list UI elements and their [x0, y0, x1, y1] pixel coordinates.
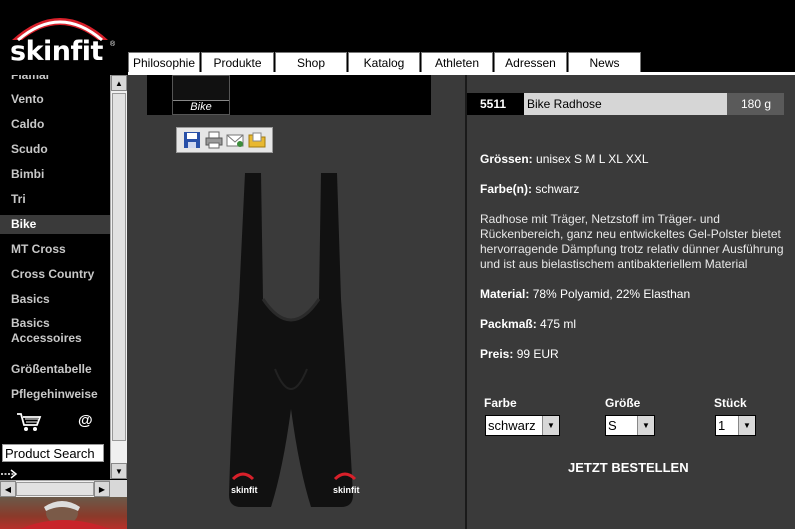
sizes-row: Grössen: unisex S M L XL XXL — [480, 152, 790, 167]
sidebar-item-pflegehinweise[interactable]: Pflegehinweise — [0, 387, 110, 402]
sizes-label: Grössen: — [480, 152, 533, 166]
quantity-select-value: 1 — [718, 418, 726, 433]
main-nav: Philosophie Produkte Shop Katalog Athlet… — [128, 52, 642, 73]
price-label: Preis: — [480, 347, 514, 361]
color-value: schwarz — [535, 182, 580, 196]
header: skinfit ® Philosophie Produkte Shop Kata… — [0, 0, 795, 75]
sidebar-item-basics[interactable]: Basics — [0, 292, 110, 307]
skinfit-logo[interactable]: skinfit ® — [8, 8, 118, 68]
save-icon[interactable] — [183, 131, 201, 149]
athlete-photo-graphic — [20, 501, 110, 529]
vertical-scroll-thumb[interactable] — [112, 93, 126, 441]
shopping-cart-icon[interactable] — [16, 412, 42, 432]
product-description: Radhose mit Träger, Netzstoff im Träger-… — [480, 212, 784, 271]
sidebar-item-basics-accessoires[interactable]: Basics Accessoires — [0, 316, 100, 346]
tab-produkte[interactable]: Produkte — [201, 52, 274, 73]
material-value: 78% Polyamid, 22% Elasthan — [532, 287, 691, 301]
product-logo-right: skinfit — [333, 485, 360, 495]
sidebar-item-tri[interactable]: Tri — [0, 192, 110, 207]
product-image-panel: Bike skinfit skinfit — [127, 75, 465, 529]
color-row: Farbe(n): schwarz — [480, 182, 790, 197]
scroll-down-arrow-icon[interactable]: ▼ — [111, 463, 127, 479]
logo-text: skinfit — [10, 36, 103, 67]
product-logo-left: skinfit — [231, 485, 258, 495]
tab-shop[interactable]: Shop — [275, 52, 347, 73]
sidebar-item-bimbi[interactable]: Bimbi — [0, 167, 110, 182]
sidebar-icon-row: @ — [0, 410, 110, 436]
scroll-up-arrow-icon[interactable]: ▲ — [111, 75, 127, 91]
size-select[interactable]: S ▼ — [605, 415, 655, 436]
sidebar-item-mt-cross[interactable]: MT Cross — [0, 242, 110, 257]
product-name: Bike Radhose — [524, 93, 727, 115]
chevron-down-icon[interactable]: ▼ — [542, 416, 559, 435]
order-color-label: Farbe — [484, 396, 517, 410]
sidebar: Flamar Vento Caldo Scudo Bimbi Tri Bike … — [0, 75, 110, 479]
tab-news[interactable]: News — [568, 52, 641, 73]
tab-philosophie[interactable]: Philosophie — [128, 52, 200, 73]
thumbnail-bike[interactable]: Bike — [172, 75, 230, 115]
scrollbar-corner — [110, 480, 127, 497]
order-qty-label: Stück — [714, 396, 747, 410]
pack-size-label: Packmaß: — [480, 317, 537, 331]
material-row: Material: 78% Polyamid, 22% Elasthan — [480, 287, 790, 302]
product-search-input[interactable] — [2, 444, 104, 462]
sidebar-item-flamar[interactable]: Flamar — [0, 75, 110, 83]
sidebar-item-groessentabelle[interactable]: Größentabelle — [0, 362, 110, 377]
tab-katalog[interactable]: Katalog — [348, 52, 420, 73]
color-select[interactable]: schwarz ▼ — [485, 415, 560, 436]
sidebar-item-vento[interactable]: Vento — [0, 92, 110, 107]
print-icon[interactable] — [205, 131, 223, 149]
quantity-select[interactable]: 1 ▼ — [715, 415, 756, 436]
sidebar-item-scudo[interactable]: Scudo — [0, 142, 110, 157]
tab-athleten[interactable]: Athleten — [421, 52, 493, 73]
product-weight: 180 g — [727, 93, 784, 115]
sidebar-item-caldo[interactable]: Caldo — [0, 117, 110, 132]
horizontal-scroll-thumb[interactable] — [16, 482, 94, 496]
color-label: Farbe(n): — [480, 182, 532, 196]
size-select-value: S — [608, 418, 617, 433]
bib-shorts-product-image: skinfit skinfit — [229, 173, 360, 507]
email-icon[interactable] — [226, 131, 244, 149]
scroll-left-arrow-icon[interactable]: ◀ — [0, 481, 16, 497]
athlete-photo — [0, 497, 127, 529]
color-select-value: schwarz — [488, 418, 536, 433]
thumbnail-strip: Bike — [147, 75, 431, 115]
sizes-value: unisex S M L XL XXL — [536, 152, 649, 166]
material-label: Material: — [480, 287, 530, 301]
image-toolbar — [176, 127, 273, 153]
tab-adressen[interactable]: Adressen — [494, 52, 567, 73]
price-row: Preis: 99 EUR — [480, 347, 790, 362]
scroll-right-arrow-icon[interactable]: ▶ — [94, 481, 110, 497]
folder-icon[interactable] — [248, 131, 266, 149]
order-size-label: Größe — [605, 396, 641, 410]
dotted-arrow-icon[interactable] — [0, 468, 22, 479]
pack-size-value: 475 ml — [540, 317, 577, 331]
product-title-bar: 5511 Bike Radhose 180 g — [467, 93, 784, 115]
sidebar-vertical-scrollbar[interactable]: ▲ ▼ — [110, 75, 127, 479]
chevron-down-icon[interactable]: ▼ — [738, 416, 755, 435]
email-at-icon[interactable]: @ — [78, 412, 93, 429]
price-value: 99 EUR — [516, 347, 559, 361]
sidebar-item-bike[interactable]: Bike — [0, 215, 110, 234]
thumbnail-bike-label: Bike — [173, 100, 229, 114]
chevron-down-icon[interactable]: ▼ — [637, 416, 654, 435]
pack-size-row: Packmaß: 475 ml — [480, 317, 790, 332]
sidebar-horizontal-scrollbar[interactable]: ◀ ▶ — [0, 480, 110, 497]
product-number: 5511 — [467, 93, 524, 115]
product-details-panel: 5511 Bike Radhose 180 g Grössen: unisex … — [467, 75, 795, 529]
logo-registered-mark: ® — [110, 41, 116, 48]
order-now-button[interactable]: JETZT BESTELLEN — [568, 460, 689, 475]
sidebar-item-cross-country[interactable]: Cross Country — [0, 267, 110, 282]
